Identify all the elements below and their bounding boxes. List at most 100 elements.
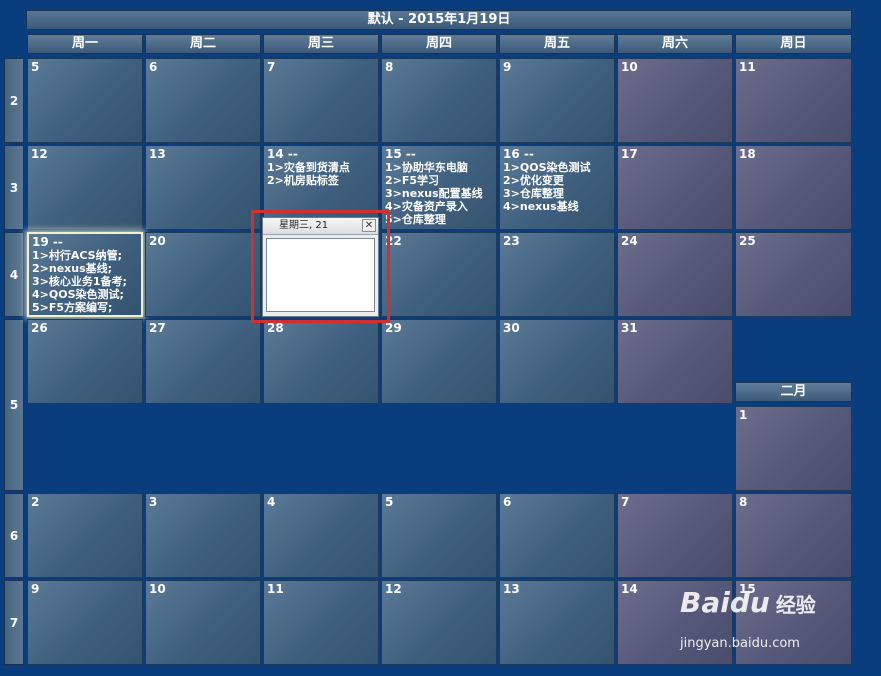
week-number: 2: [4, 58, 24, 143]
week-number: 4: [4, 232, 24, 317]
day-number: 26: [31, 321, 48, 335]
day-number: 6: [149, 60, 158, 74]
day-cell[interactable]: 23: [499, 232, 615, 317]
day-cell[interactable]: 5: [381, 493, 497, 578]
event-item[interactable]: 2>优化变更: [503, 174, 611, 187]
day-number: 15 --: [385, 147, 416, 161]
day-number: 7: [621, 495, 630, 509]
day-cell[interactable]: 22: [381, 232, 497, 317]
day-cell[interactable]: 7: [617, 493, 733, 578]
day-cell[interactable]: 13: [145, 145, 261, 230]
weekday-header-mon: 周一: [27, 34, 143, 54]
weekday-header-sat: 周六: [617, 34, 733, 54]
day-cell[interactable]: 12: [27, 145, 143, 230]
week-number: 6: [4, 493, 24, 578]
event-item[interactable]: 5>仓库整理: [385, 213, 493, 226]
day-cell[interactable]: 12: [381, 580, 497, 665]
day-cell[interactable]: 10: [145, 580, 261, 665]
day-cell[interactable]: 25: [735, 232, 852, 317]
event-item[interactable]: 2>F5学习: [385, 174, 493, 187]
highlight-annotation: [251, 210, 390, 323]
weekday-header-wed: 周三: [263, 34, 379, 54]
day-number: 27: [149, 321, 166, 335]
calendar-title: 默认 - 2015年1月19日: [26, 10, 852, 30]
day-cell[interactable]: 4: [263, 493, 379, 578]
day-cell[interactable]: 11: [735, 58, 852, 143]
event-item[interactable]: 1>协助华东电脑: [385, 161, 493, 174]
day-cell[interactable]: 9: [499, 58, 615, 143]
event-item[interactable]: 4>QOS染色测试;: [32, 288, 138, 301]
event-item[interactable]: 3>核心业务1备考;: [32, 275, 138, 288]
day-number: 8: [739, 495, 748, 509]
day-cell[interactable]: 6: [499, 493, 615, 578]
day-cell[interactable]: 30: [499, 319, 615, 404]
event-item[interactable]: 1>村行ACS纳管;: [32, 249, 138, 262]
event-item[interactable]: 5>F5方案编写;: [32, 301, 138, 314]
day-number: 11: [739, 60, 756, 74]
day-cell-today[interactable]: 19 -- 1>村行ACS纳管; 2>nexus基线; 3>核心业务1备考; 4…: [27, 232, 143, 317]
day-number: 16 --: [503, 147, 534, 161]
day-cell[interactable]: 8: [381, 58, 497, 143]
baidu-watermark: Baidu 经验: [680, 586, 816, 619]
day-number: 28: [267, 321, 284, 335]
day-number: 12: [31, 147, 48, 161]
day-number: 7: [267, 60, 276, 74]
event-item[interactable]: 2>机房贴标签: [267, 174, 375, 187]
event-item[interactable]: 4>灾备资产录入: [385, 200, 493, 213]
day-cell[interactable]: 17: [617, 145, 733, 230]
day-cell[interactable]: 13: [499, 580, 615, 665]
event-item[interactable]: 4>nexus基线: [503, 200, 611, 213]
weekday-header-fri: 周五: [499, 34, 615, 54]
day-number: 12: [385, 582, 402, 596]
day-number: 10: [621, 60, 638, 74]
day-number: 1: [739, 408, 748, 422]
day-cell[interactable]: 28: [263, 319, 379, 404]
day-cell[interactable]: 10: [617, 58, 733, 143]
weekday-header-sun: 周日: [735, 34, 852, 54]
event-item[interactable]: 2>nexus基线;: [32, 262, 138, 275]
day-number: 19 --: [32, 235, 63, 249]
day-number: 5: [31, 60, 40, 74]
day-number: 4: [267, 495, 276, 509]
day-number: 2: [31, 495, 40, 509]
week-number: 5: [4, 319, 24, 491]
day-number: 6: [503, 495, 512, 509]
day-number: 13: [149, 147, 166, 161]
day-cell[interactable]: 29: [381, 319, 497, 404]
day-cell[interactable]: 16 -- 1>QOS染色测试 2>优化变更 3>仓库整理 4>nexus基线: [499, 145, 615, 230]
day-cell[interactable]: 8: [735, 493, 852, 578]
event-item[interactable]: 3>仓库整理: [503, 187, 611, 200]
event-item[interactable]: 3>nexus配置基线: [385, 187, 493, 200]
watermark-text: 经验: [775, 593, 816, 617]
event-item[interactable]: 1>灾备到货清点: [267, 161, 375, 174]
day-cell[interactable]: 15 -- 1>协助华东电脑 2>F5学习 3>nexus配置基线 4>灾备资产…: [381, 145, 497, 230]
week-number: 7: [4, 580, 24, 665]
day-cell[interactable]: 7: [263, 58, 379, 143]
watermark-url: jingyan.baidu.com: [680, 636, 800, 651]
day-cell[interactable]: 3: [145, 493, 261, 578]
day-cell[interactable]: 9: [27, 580, 143, 665]
day-cell[interactable]: 27: [145, 319, 261, 404]
day-number: 23: [503, 234, 520, 248]
day-number: 18: [739, 147, 756, 161]
day-cell[interactable]: 24: [617, 232, 733, 317]
day-number: 31: [621, 321, 638, 335]
event-item[interactable]: 1>QOS染色测试: [503, 161, 611, 174]
day-cell[interactable]: 11: [263, 580, 379, 665]
day-cell[interactable]: 31: [617, 319, 733, 404]
day-cell[interactable]: 18: [735, 145, 852, 230]
baidu-logo: Baidu: [680, 586, 770, 619]
day-number: 17: [621, 147, 638, 161]
day-number: 8: [385, 60, 394, 74]
day-cell[interactable]: 26: [27, 319, 143, 404]
day-cell[interactable]: 1: [735, 406, 852, 491]
day-number: 5: [385, 495, 394, 509]
day-cell[interactable]: 6: [145, 58, 261, 143]
day-number: 25: [739, 234, 756, 248]
weekday-header-tue: 周二: [145, 34, 261, 54]
day-cell[interactable]: 2: [27, 493, 143, 578]
week-number: 3: [4, 145, 24, 230]
day-cell[interactable]: 20: [145, 232, 261, 317]
day-cell[interactable]: 5: [27, 58, 143, 143]
day-number: 14 --: [267, 147, 298, 161]
